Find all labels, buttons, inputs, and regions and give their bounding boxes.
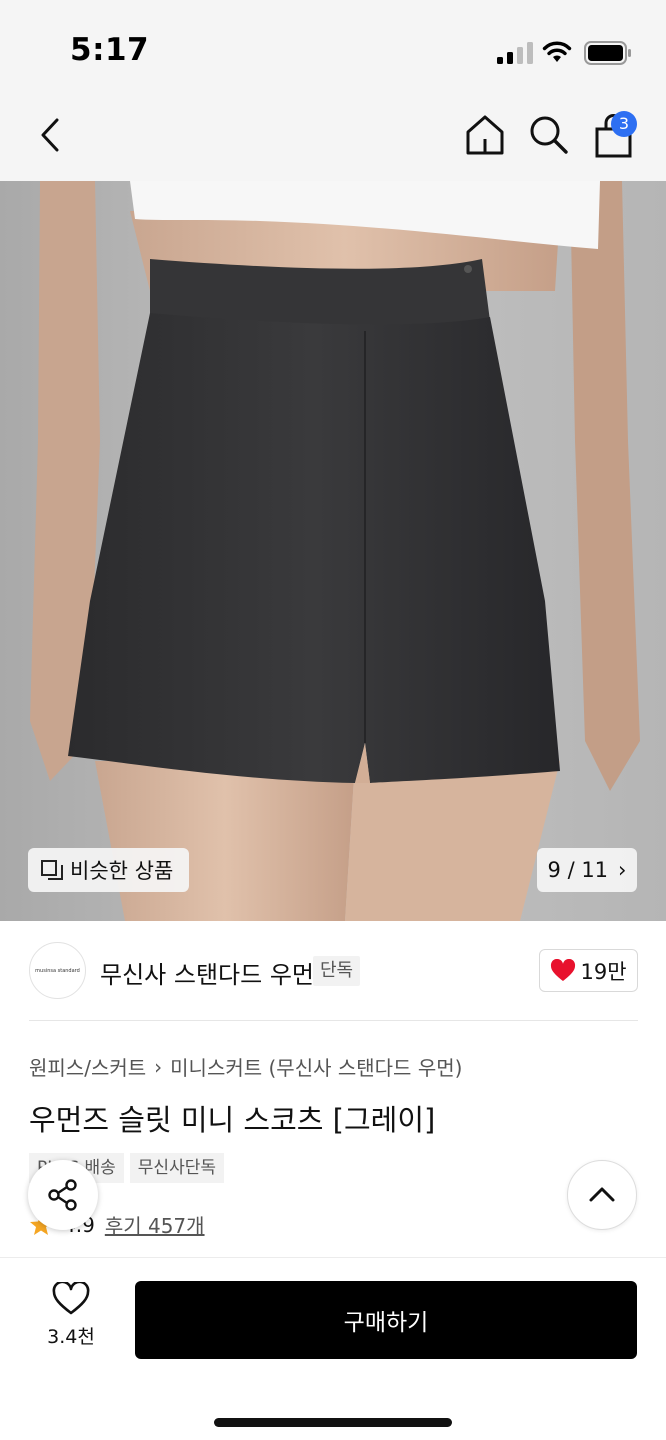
similar-icon xyxy=(41,860,63,880)
similar-products-button[interactable]: 비슷한 상품 xyxy=(28,848,190,892)
product-image-carousel[interactable]: 비슷한 상품 9 / 11 › xyxy=(0,181,666,921)
status-bar: 5:17 xyxy=(0,0,666,100)
scroll-top-button[interactable] xyxy=(567,1160,637,1230)
exclusive-tag: 단독 xyxy=(313,956,361,986)
similar-products-label: 비슷한 상품 xyxy=(70,859,174,883)
image-counter[interactable]: 9 / 11 › xyxy=(537,848,637,892)
product-photo xyxy=(0,181,666,921)
tag-exclusive: 무신사단독 xyxy=(129,1153,224,1183)
wishlist-count: 3.4천 xyxy=(47,1326,95,1348)
brand-like-count: 19만 xyxy=(580,959,627,984)
wishlist-button[interactable]: 3.4천 xyxy=(34,1282,108,1360)
brand-name[interactable]: 무신사 스탠다드 우먼 xyxy=(100,955,314,990)
breadcrumb-category[interactable]: 원피스/스커트 xyxy=(29,1052,146,1081)
wifi-icon xyxy=(542,41,572,62)
image-counter-text: 9 / 11 xyxy=(547,858,609,882)
breadcrumb-subcategory[interactable]: 미니스커트 (무신사 스탠다드 우먼) xyxy=(170,1052,462,1081)
reviews-link[interactable]: 후기 457개 xyxy=(105,1210,205,1239)
battery-icon xyxy=(584,41,631,65)
divider xyxy=(29,1020,638,1021)
chevron-right-icon: › xyxy=(618,858,627,882)
home-icon[interactable] xyxy=(462,112,508,158)
brand-logo[interactable]: musinsa standard xyxy=(29,942,86,999)
search-icon[interactable] xyxy=(526,112,570,158)
brand-logo-text: musinsa standard xyxy=(35,967,80,974)
heart-icon xyxy=(551,958,576,981)
share-icon xyxy=(48,1179,77,1211)
share-button[interactable] xyxy=(28,1160,98,1230)
chevron-up-icon xyxy=(589,1187,615,1202)
product-page: 5:17 3 비슷한 상품 9 / 11 › musinsa standard … xyxy=(0,0,666,1440)
status-time: 5:17 xyxy=(70,32,150,68)
back-icon[interactable] xyxy=(34,114,68,156)
brand-like-button[interactable]: 19만 xyxy=(539,949,638,992)
bottom-action-bar: 3.4천 구매하기 xyxy=(0,1257,666,1440)
breadcrumb-separator-icon: › xyxy=(154,1054,163,1079)
home-indicator xyxy=(214,1418,452,1427)
product-title: 우먼즈 슬릿 미니 스코츠 [그레이] xyxy=(29,1103,436,1137)
breadcrumb: 원피스/스커트 › 미니스커트 (무신사 스탠다드 우먼) xyxy=(29,1052,462,1081)
heart-outline-icon xyxy=(52,1282,90,1315)
buy-button[interactable]: 구매하기 xyxy=(135,1281,637,1359)
signal-icon xyxy=(497,42,533,64)
nav-bar xyxy=(0,100,666,181)
cart-count-badge: 3 xyxy=(611,111,637,137)
